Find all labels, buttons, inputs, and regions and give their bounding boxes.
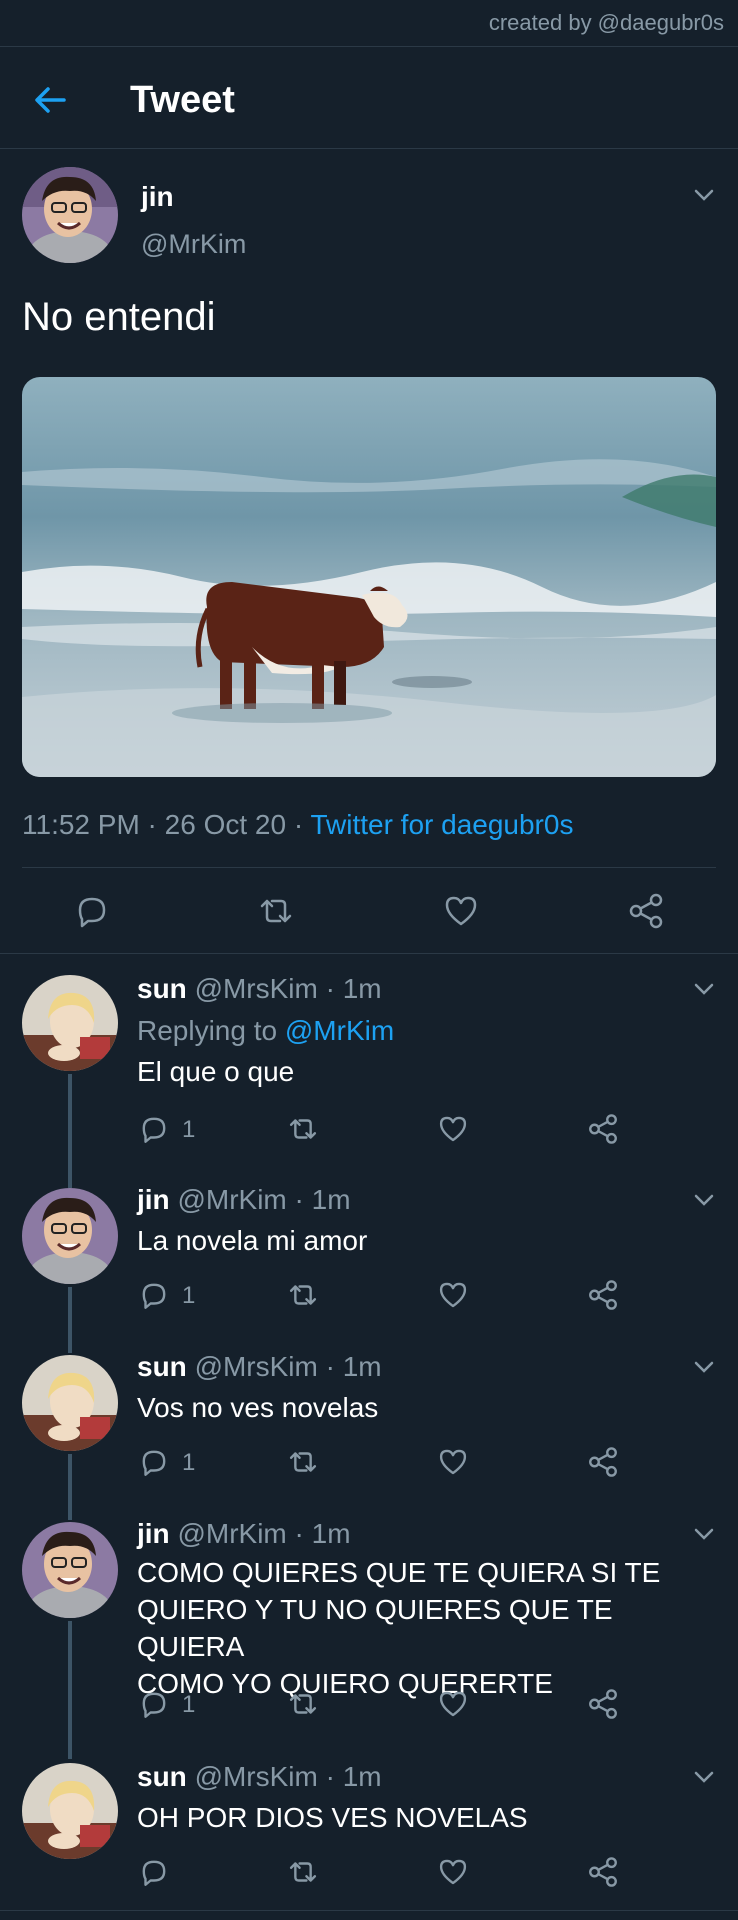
retweet-icon[interactable]	[286, 1687, 320, 1721]
author-handle[interactable]: @MrsKim · 1m	[195, 1351, 382, 1382]
replying-to: Replying to @MrKim	[137, 1015, 394, 1047]
like-icon[interactable]	[436, 1112, 470, 1146]
reply-count: 1	[182, 1116, 196, 1143]
reply-icon[interactable]	[137, 1445, 171, 1479]
mention-link[interactable]: @MrKim	[285, 1015, 394, 1046]
like-icon[interactable]	[436, 1687, 470, 1721]
tweet-meta: 11:52 PM · 26 Oct 20 · Twitter for daegu…	[22, 809, 573, 841]
reply-text: La novela mi amor	[137, 1225, 368, 1256]
reply-icon[interactable]	[137, 1687, 171, 1721]
reply-actions	[0, 1855, 738, 1895]
avatar[interactable]	[22, 167, 118, 263]
like-icon[interactable]	[441, 891, 481, 931]
avatar[interactable]	[22, 1522, 118, 1618]
avatar[interactable]	[22, 975, 118, 1071]
share-icon[interactable]	[586, 1278, 620, 1312]
author-handle[interactable]: @MrKim · 1m	[177, 1184, 350, 1215]
reply-text: OH POR DIOS VES NOVELAS	[137, 1802, 528, 1833]
author-name[interactable]: sun	[137, 1761, 187, 1792]
reply-actions: 1	[0, 1278, 738, 1318]
reply-icon[interactable]	[137, 1112, 171, 1146]
timestamp: 11:52 PM · 26 Oct 20 ·	[22, 809, 311, 840]
reply-text-line: COMO QUIERES QUE TE QUIERA SI TE	[137, 1557, 661, 1588]
chevron-down-icon[interactable]	[690, 181, 718, 209]
tweet-detail-screen: created by @daegubr0s Tweet jin @MrKim N…	[0, 0, 738, 1920]
avatar[interactable]	[22, 1188, 118, 1284]
share-icon[interactable]	[586, 1112, 620, 1146]
reply-header: jin @MrKim · 1m	[137, 1184, 351, 1216]
author-name[interactable]: jin	[137, 1518, 170, 1549]
divider	[0, 1910, 738, 1911]
reply-count: 1	[182, 1691, 196, 1718]
author-name[interactable]: jin	[141, 181, 174, 213]
credit-bar: created by @daegubr0s	[0, 0, 738, 47]
back-arrow-icon[interactable]	[30, 80, 70, 120]
reply-text: Vos no ves novelas	[137, 1392, 379, 1423]
reply-header: sun @MrsKim · 1m	[137, 973, 382, 1005]
reply-icon[interactable]	[72, 891, 112, 931]
chevron-down-icon[interactable]	[690, 975, 718, 1003]
reply-count: 1	[182, 1282, 196, 1309]
author-name[interactable]: jin	[137, 1184, 170, 1215]
reply-count: 1	[182, 1449, 196, 1476]
share-icon[interactable]	[586, 1687, 620, 1721]
reply-text: El que o que	[137, 1056, 295, 1087]
chevron-down-icon[interactable]	[690, 1520, 718, 1548]
chevron-down-icon[interactable]	[690, 1353, 718, 1381]
page-title: Tweet	[130, 79, 235, 121]
main-tweet: jin @MrKim No entendi 11:52 PM · 26 Oct …	[0, 149, 738, 954]
reply-actions: 1	[0, 1112, 738, 1152]
tweet-image[interactable]	[22, 377, 716, 777]
tweet-text: No entendi	[22, 295, 216, 339]
author-handle[interactable]: @MrKim · 1m	[177, 1518, 350, 1549]
reply-icon[interactable]	[137, 1855, 171, 1889]
reply-text-line: QUIERO Y TU NO QUIERES QUE TE QUIERA	[137, 1594, 613, 1662]
author-name[interactable]: sun	[137, 1351, 187, 1382]
top-bar: Tweet	[0, 47, 738, 149]
author-handle[interactable]: @MrKim	[141, 229, 246, 260]
like-icon[interactable]	[436, 1278, 470, 1312]
like-icon[interactable]	[436, 1855, 470, 1889]
author-handle[interactable]: @MrsKim · 1m	[195, 973, 382, 1004]
reply-actions: 1	[0, 1687, 738, 1727]
author-handle[interactable]: @MrsKim · 1m	[195, 1761, 382, 1792]
retweet-icon[interactable]	[286, 1855, 320, 1889]
reply-icon[interactable]	[137, 1278, 171, 1312]
main-tweet-actions	[0, 871, 738, 951]
chevron-down-icon[interactable]	[690, 1186, 718, 1214]
reply-actions: 1	[0, 1445, 738, 1485]
retweet-icon[interactable]	[286, 1112, 320, 1146]
credit-text: created by @daegubr0s	[488, 10, 724, 35]
source-link[interactable]: Twitter for daegubr0s	[310, 809, 573, 840]
divider	[22, 867, 716, 868]
reply-header: jin @MrKim · 1m	[137, 1518, 351, 1550]
avatar[interactable]	[22, 1763, 118, 1859]
chevron-down-icon[interactable]	[690, 1763, 718, 1791]
reply-header: sun @MrsKim · 1m	[137, 1351, 382, 1383]
retweet-icon[interactable]	[256, 891, 296, 931]
share-icon[interactable]	[626, 891, 666, 931]
replying-prefix: Replying to	[137, 1015, 285, 1046]
reply-text: COMO QUIERES QUE TE QUIERA SI TE QUIERO …	[137, 1554, 717, 1702]
avatar[interactable]	[22, 1355, 118, 1451]
author-name[interactable]: sun	[137, 973, 187, 1004]
retweet-icon[interactable]	[286, 1278, 320, 1312]
share-icon[interactable]	[586, 1855, 620, 1889]
retweet-icon[interactable]	[286, 1445, 320, 1479]
reply-header: sun @MrsKim · 1m	[137, 1761, 382, 1793]
share-icon[interactable]	[586, 1445, 620, 1479]
like-icon[interactable]	[436, 1445, 470, 1479]
